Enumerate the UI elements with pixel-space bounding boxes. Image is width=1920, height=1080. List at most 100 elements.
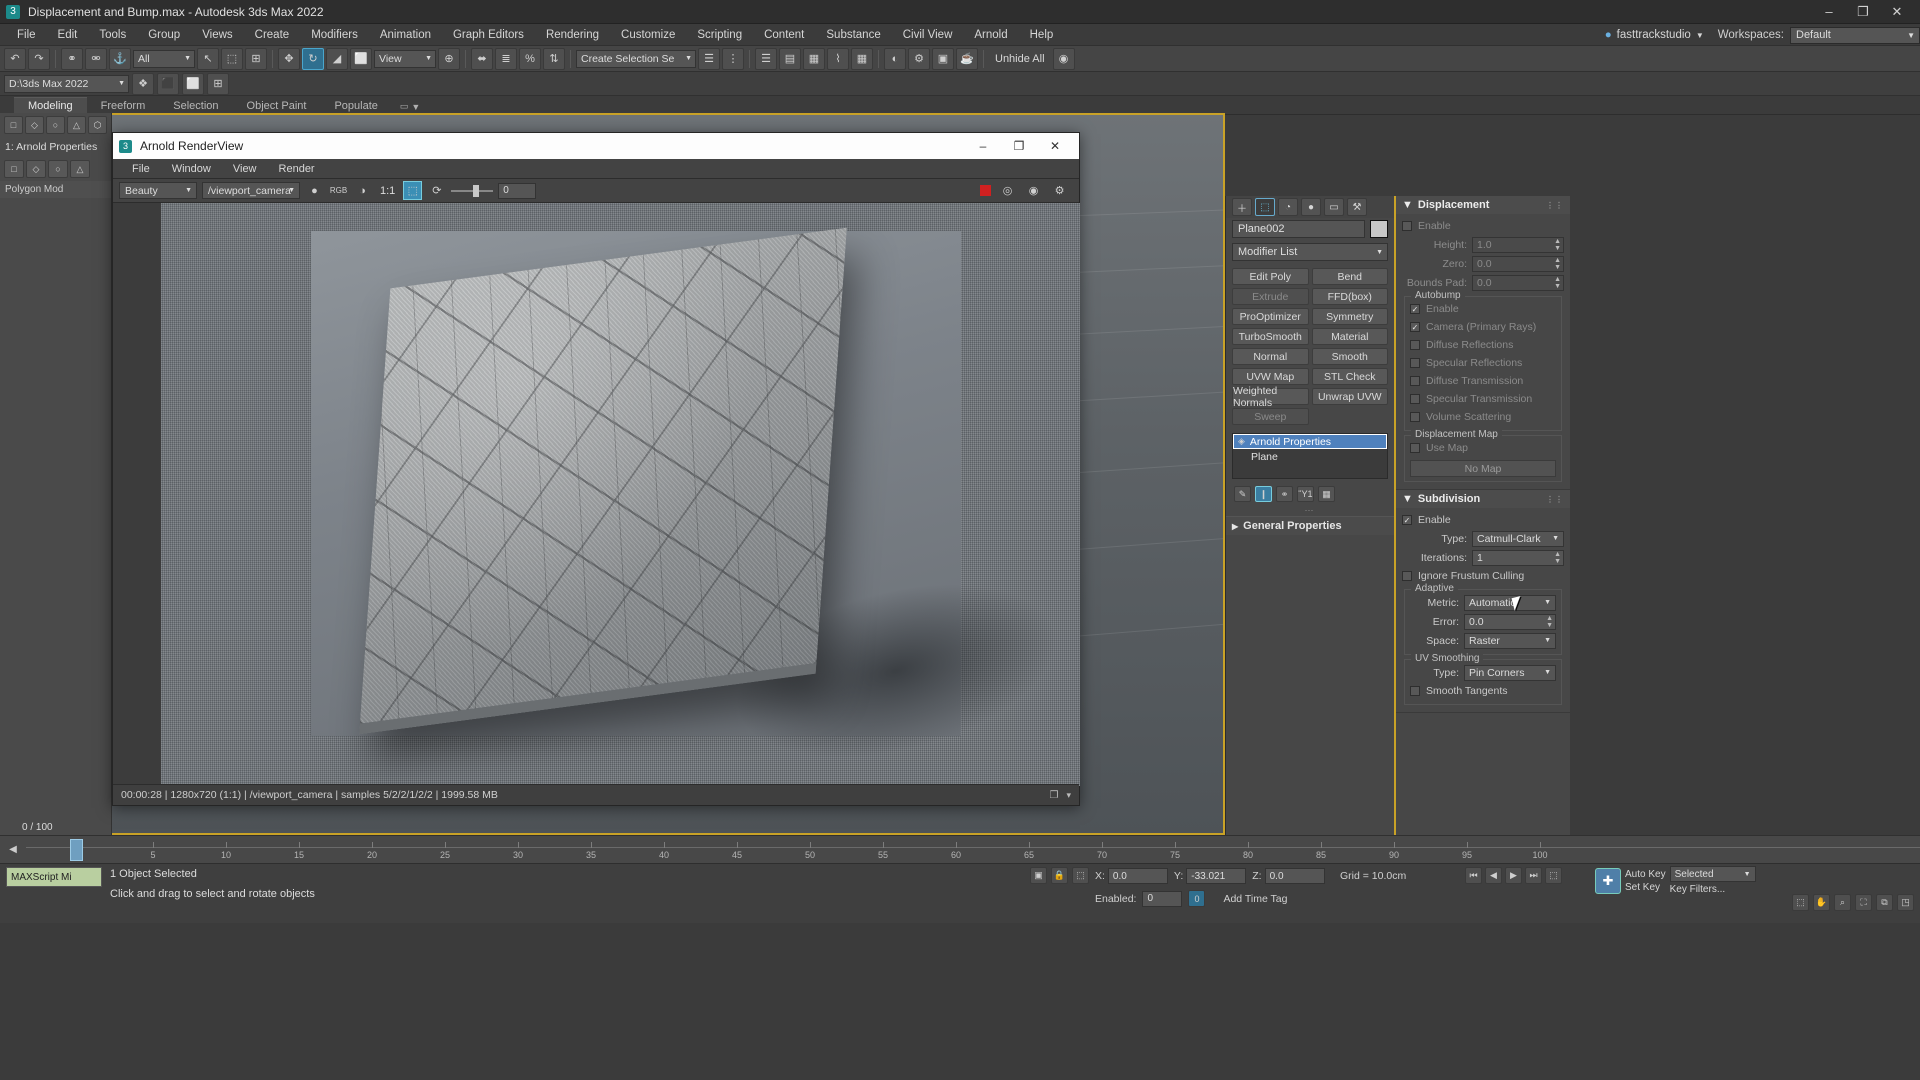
modifier-edit-poly[interactable]: Edit Poly [1232,268,1309,285]
modifier-weighted-normals[interactable]: Weighted Normals [1232,385,1309,409]
autobump-specular-reflections-row[interactable]: Specular Reflections [1410,354,1556,372]
time-slider-handle[interactable] [70,838,83,861]
x-field[interactable]: 0.0 [1107,868,1168,884]
key-filters-button[interactable]: Key Filters... [1670,884,1756,895]
menu-group[interactable]: Group [137,26,191,44]
menu-rendering[interactable]: Rendering [535,26,610,44]
checkbox-icon[interactable]: ✓ [1402,515,1412,525]
tab-object-paint[interactable]: Object Paint [233,98,321,114]
alpha-channel-icon[interactable]: ◑ [353,181,372,200]
user-account-menu[interactable]: ● fasttrackstudio ▼ [1597,29,1712,41]
project-icon-1[interactable]: ❖ [132,72,154,95]
timeline-bar[interactable]: ◀ 5 10 15 20 25 30 35 40 45 50 55 60 65 … [0,835,1920,863]
absolute-relative-icon[interactable]: ⬚ [1072,867,1089,884]
expand-caret-icon[interactable]: ▾ [1066,790,1071,801]
arnold-menu-view[interactable]: View [222,161,268,177]
checkbox-icon[interactable]: ✓ [1410,322,1420,332]
crop-region-icon[interactable]: ⬚ [403,181,423,200]
spinner-icon[interactable]: ▲ ▼ [1554,551,1561,565]
zoom-ratio-label[interactable]: 1:1 [377,185,398,197]
tab-modify[interactable]: ⬚ [1255,198,1275,216]
unhide-all-button[interactable]: Unhide All [989,53,1051,65]
arnold-logo-icon[interactable]: ◎ [998,181,1017,200]
modifier-uvw-map[interactable]: UVW Map [1232,368,1309,385]
height-field[interactable]: 1.0 ▲ ▼ [1472,236,1564,253]
align-button[interactable]: ⋮ [722,47,744,70]
menu-modifiers[interactable]: Modifiers [300,26,369,44]
material-editor-button[interactable]: ◐ [884,47,906,70]
undo-button[interactable]: ↶ [4,47,26,70]
resize-handle-icon[interactable]: ❐ [1050,790,1059,801]
add-time-tag-button[interactable]: Add Time Tag [1223,893,1287,905]
key-filter-selected-combo[interactable]: Selected ▼ [1669,866,1756,882]
modifier-smooth[interactable]: Smooth [1311,348,1388,365]
layer-explorer-button[interactable]: ☰ [755,47,777,70]
exposure-value-field[interactable]: 0 [498,182,537,199]
general-properties-rollout[interactable]: ▶ General Properties [1226,516,1394,535]
modifier-unwrap-uvw[interactable]: Unwrap UVW [1311,388,1388,405]
use-map-row[interactable]: Use Map [1410,439,1556,457]
menu-scripting[interactable]: Scripting [686,26,753,44]
sphere-preview-icon[interactable]: ● [305,181,324,200]
modifier-bend[interactable]: Bend [1311,268,1388,285]
poly-vertex-icon[interactable]: □ [4,116,23,134]
ribbon-toggle-button[interactable]: ▦ [803,47,825,70]
pin-stack-icon[interactable]: ✎ [1234,486,1251,502]
orbit-icon[interactable]: ◳ [1897,894,1914,911]
placement-tool-button[interactable]: ⬜ [350,47,372,70]
render-canvas[interactable] [161,203,1080,786]
menu-animation[interactable]: Animation [369,26,442,44]
set-key-button[interactable]: Set Key [1625,882,1666,893]
select-object-button[interactable]: ↖ [197,47,219,70]
menu-customize[interactable]: Customize [610,26,686,44]
project-path-combo[interactable]: D:\3ds Max 2022 ▼ [4,74,129,93]
snap-toggle-button[interactable]: ⬌ [471,47,493,70]
zero-field[interactable]: 0.0 ▲ ▼ [1472,255,1564,272]
reference-coord-combo[interactable]: View ▼ [374,49,436,68]
autobump-camera-row[interactable]: ✓ Camera (Primary Rays) [1410,318,1556,336]
smooth-tangents-row[interactable]: Smooth Tangents [1410,682,1556,700]
bounds-field[interactable]: 0.0 ▲ ▼ [1472,274,1564,291]
show-end-result-icon[interactable]: ❙ [1255,486,1272,502]
pivot-center-button[interactable]: ⊕ [438,47,460,70]
tab-selection[interactable]: Selection [159,98,232,114]
checkbox-icon[interactable] [1410,394,1420,404]
menu-content[interactable]: Content [753,26,815,44]
selection-filter-combo[interactable]: All ▼ [133,49,195,68]
tab-populate[interactable]: Populate [320,98,391,114]
rotate-tool-button[interactable]: ↻ [302,47,324,70]
spinner-icon[interactable]: ▲ ▼ [1554,276,1561,290]
zoom-region-icon[interactable]: ⌕ [1834,894,1851,911]
poly-border-icon[interactable]: ○ [46,116,65,134]
modifier-prooptimizer[interactable]: ProOptimizer [1232,308,1309,325]
aov-select[interactable]: Beauty ▼ [119,182,197,199]
record-icon[interactable] [980,185,991,196]
z-field[interactable]: 0.0 [1264,868,1325,884]
checkbox-icon[interactable] [1410,340,1420,350]
space-select[interactable]: Raster ▼ [1464,632,1556,649]
edit-mode-icon-4[interactable]: △ [70,160,90,178]
spinner-icon[interactable]: ▲ ▼ [1554,257,1561,271]
key-counter-field[interactable]: 0 [1142,890,1183,907]
angle-snap-button[interactable]: ≣ [495,47,517,70]
checkbox-icon[interactable] [1410,443,1420,453]
checkbox-icon[interactable] [1410,376,1420,386]
autobump-enable-row[interactable]: ✓ Enable [1410,300,1556,318]
scene-explorer-button[interactable]: ▤ [779,47,801,70]
coord-z[interactable]: Z: 0.0 [1252,868,1325,884]
uv-type-select[interactable]: Pin Corners ▼ [1464,664,1556,681]
tab-motion[interactable]: ● [1301,198,1321,216]
checkbox-icon[interactable]: ✓ [1410,304,1420,314]
lock-icon[interactable]: 🔒 [1051,867,1068,884]
make-unique-icon[interactable]: ⚭ [1276,486,1293,502]
panel-resize-grip[interactable]: ⋯ [1226,505,1394,516]
iterations-field[interactable]: 1 ▲ ▼ [1472,549,1564,566]
unlink-button[interactable]: ⚮ [85,47,107,70]
menu-help[interactable]: Help [1019,26,1065,44]
subdivision-enable-row[interactable]: ✓ Enable [1402,511,1564,529]
metric-select[interactable]: Automatic ▼ [1464,594,1556,611]
object-name-field[interactable]: Plane002 [1232,220,1365,238]
menu-tools[interactable]: Tools [88,26,137,44]
menu-edit[interactable]: Edit [47,26,89,44]
edit-mode-icon-2[interactable]: ◇ [26,160,46,178]
